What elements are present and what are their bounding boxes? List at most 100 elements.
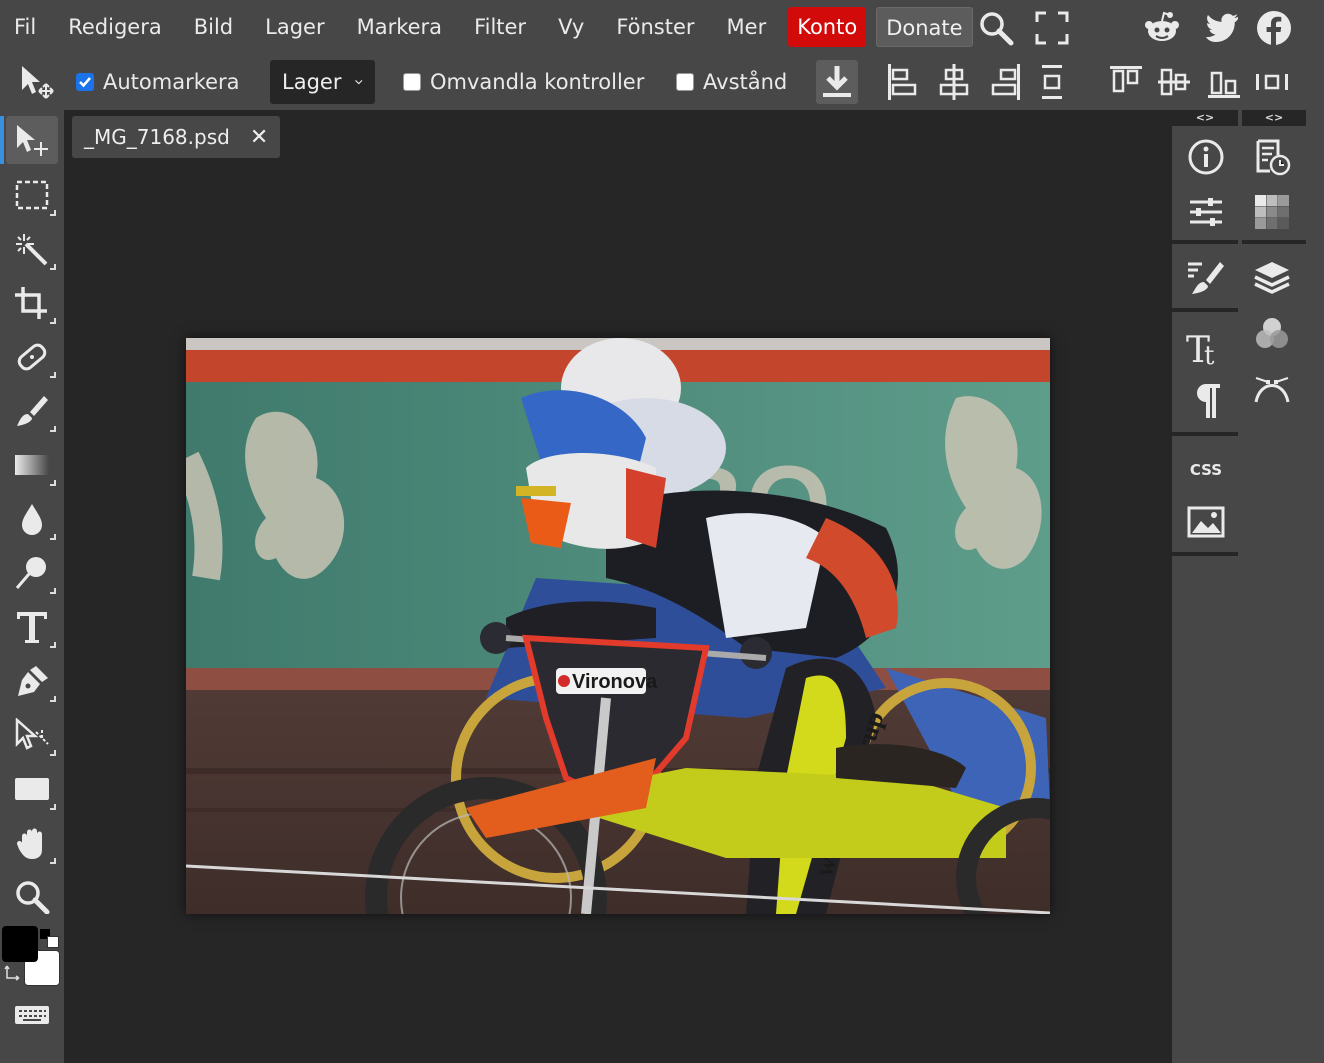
tool-dodge[interactable] xyxy=(6,548,58,596)
menu-bild[interactable]: Bild xyxy=(178,0,249,54)
pen-icon xyxy=(18,666,48,696)
menu-fil[interactable]: Fil xyxy=(0,0,52,54)
tool-zoom[interactable] xyxy=(6,872,58,920)
type-icon xyxy=(17,612,47,643)
submenu-indicator xyxy=(50,588,56,594)
swap-colors-icon[interactable] xyxy=(4,964,22,982)
css-panel-button[interactable]: CSS xyxy=(1186,450,1226,490)
menubar: Fil Redigera Bild Lager Markera Filter V… xyxy=(0,0,1324,54)
automarkera-checkbox-box[interactable] xyxy=(76,73,94,91)
brush-icon xyxy=(17,396,48,426)
swatches-icon[interactable] xyxy=(1252,192,1292,232)
omvandla-label: Omvandla kontroller xyxy=(430,70,645,94)
tool-path-select[interactable] xyxy=(6,710,58,758)
tool-magic-wand[interactable] xyxy=(6,224,58,272)
align-middle-v-icon[interactable] xyxy=(1156,62,1192,102)
history-icon[interactable] xyxy=(1252,137,1292,177)
tool-gradient[interactable] xyxy=(6,440,58,488)
avstand-checkbox-box[interactable] xyxy=(676,73,694,91)
download-button[interactable] xyxy=(816,60,858,104)
close-tab-icon[interactable]: ✕ xyxy=(250,125,268,150)
donate-button[interactable]: Donate xyxy=(876,7,973,47)
menu-fonster[interactable]: Fönster xyxy=(600,0,710,54)
omvandla-checkbox-box[interactable] xyxy=(403,73,421,91)
foreground-color-swatch[interactable] xyxy=(2,926,38,962)
submenu-indicator xyxy=(50,696,56,702)
submenu-indicator xyxy=(50,858,56,864)
submenu-indicator xyxy=(50,534,56,540)
tool-blur[interactable] xyxy=(6,494,58,542)
layers-icon[interactable] xyxy=(1252,258,1292,298)
select-value: Lager xyxy=(282,70,342,94)
tool-brush[interactable] xyxy=(6,386,58,434)
tool-pen[interactable] xyxy=(6,656,58,704)
align-left-icon[interactable] xyxy=(884,62,920,102)
info-icon[interactable] xyxy=(1186,137,1226,177)
drop-icon xyxy=(22,504,42,535)
brush-settings-icon[interactable] xyxy=(1186,258,1226,298)
paths-icon[interactable] xyxy=(1252,368,1292,408)
tool-crop[interactable] xyxy=(6,278,58,326)
rectangle-select-icon xyxy=(15,180,49,210)
panel-divider xyxy=(1172,432,1238,436)
tool-healing[interactable] xyxy=(6,332,58,380)
tool-shape[interactable] xyxy=(6,764,58,812)
move-tool-icon[interactable] xyxy=(16,64,56,100)
twitter-icon[interactable] xyxy=(1204,10,1240,46)
character-icon[interactable]: T t xyxy=(1186,326,1226,366)
chevron-down-icon xyxy=(355,80,363,85)
panel-divider xyxy=(1172,308,1238,312)
distribute-vertical-icon[interactable] xyxy=(1034,62,1070,102)
align-bottom-icon[interactable] xyxy=(1206,62,1242,102)
document-tab-title: _MG_7168.psd xyxy=(84,125,230,149)
tool-palette xyxy=(0,110,64,1063)
paragraph-icon[interactable] xyxy=(1186,380,1226,420)
collapse-right-column[interactable]: <> xyxy=(1242,110,1306,126)
avstand-label: Avstånd xyxy=(703,70,788,94)
tool-move[interactable] xyxy=(0,116,58,164)
konto-button[interactable]: Konto xyxy=(788,7,867,47)
document-tab[interactable]: _MG_7168.psd ✕ xyxy=(72,116,281,158)
options-bar: Automarkera Lager Omvandla kontroller Av… xyxy=(0,54,1324,110)
default-colors-icon-bg xyxy=(47,936,59,948)
path-select-icon xyxy=(15,718,49,750)
zoom-icon xyxy=(16,881,50,914)
automarkera-target-select[interactable]: Lager xyxy=(270,60,375,104)
reddit-icon[interactable] xyxy=(1144,10,1180,46)
move-tool-icon xyxy=(17,125,48,156)
distribute-horizontal-icon[interactable] xyxy=(1254,62,1290,102)
facebook-icon[interactable] xyxy=(1256,10,1292,46)
search-icon[interactable] xyxy=(978,10,1014,46)
menu-markera[interactable]: Markera xyxy=(341,0,458,54)
document-canvas[interactable]: BO www.bjolderup xyxy=(186,338,1050,914)
tool-marquee[interactable] xyxy=(6,170,58,218)
image-icon[interactable] xyxy=(1186,502,1226,542)
fullscreen-icon[interactable] xyxy=(1034,10,1070,46)
align-top-icon[interactable] xyxy=(1108,62,1144,102)
magic-wand-icon xyxy=(16,234,48,266)
collapse-left-column[interactable]: <> xyxy=(1172,110,1238,126)
omvandla-checkbox[interactable]: Omvandla kontroller xyxy=(403,54,644,110)
avstand-checkbox[interactable]: Avstånd xyxy=(676,54,787,110)
panel-divider xyxy=(1172,240,1238,244)
bandage-icon xyxy=(17,343,47,371)
menu-filter[interactable]: Filter xyxy=(458,0,542,54)
align-center-h-icon[interactable] xyxy=(936,62,972,102)
check-icon xyxy=(79,77,91,88)
menu-redigera[interactable]: Redigera xyxy=(52,0,178,54)
download-icon xyxy=(823,66,851,97)
channels-icon[interactable] xyxy=(1252,314,1292,354)
submenu-indicator xyxy=(50,264,56,270)
automarkera-checkbox[interactable]: Automarkera xyxy=(76,54,240,110)
align-right-icon[interactable] xyxy=(988,62,1024,102)
adjustments-icon[interactable] xyxy=(1186,192,1226,232)
submenu-indicator xyxy=(50,750,56,756)
tool-hand[interactable] xyxy=(6,818,58,866)
gradient-icon xyxy=(15,455,49,475)
menu-vy[interactable]: Vy xyxy=(542,0,600,54)
menu-lager[interactable]: Lager xyxy=(249,0,340,54)
keyboard-icon xyxy=(15,1006,49,1024)
menu-mer[interactable]: Mer xyxy=(711,0,783,54)
tool-type[interactable] xyxy=(6,602,58,650)
keyboard-button[interactable] xyxy=(6,990,58,1030)
